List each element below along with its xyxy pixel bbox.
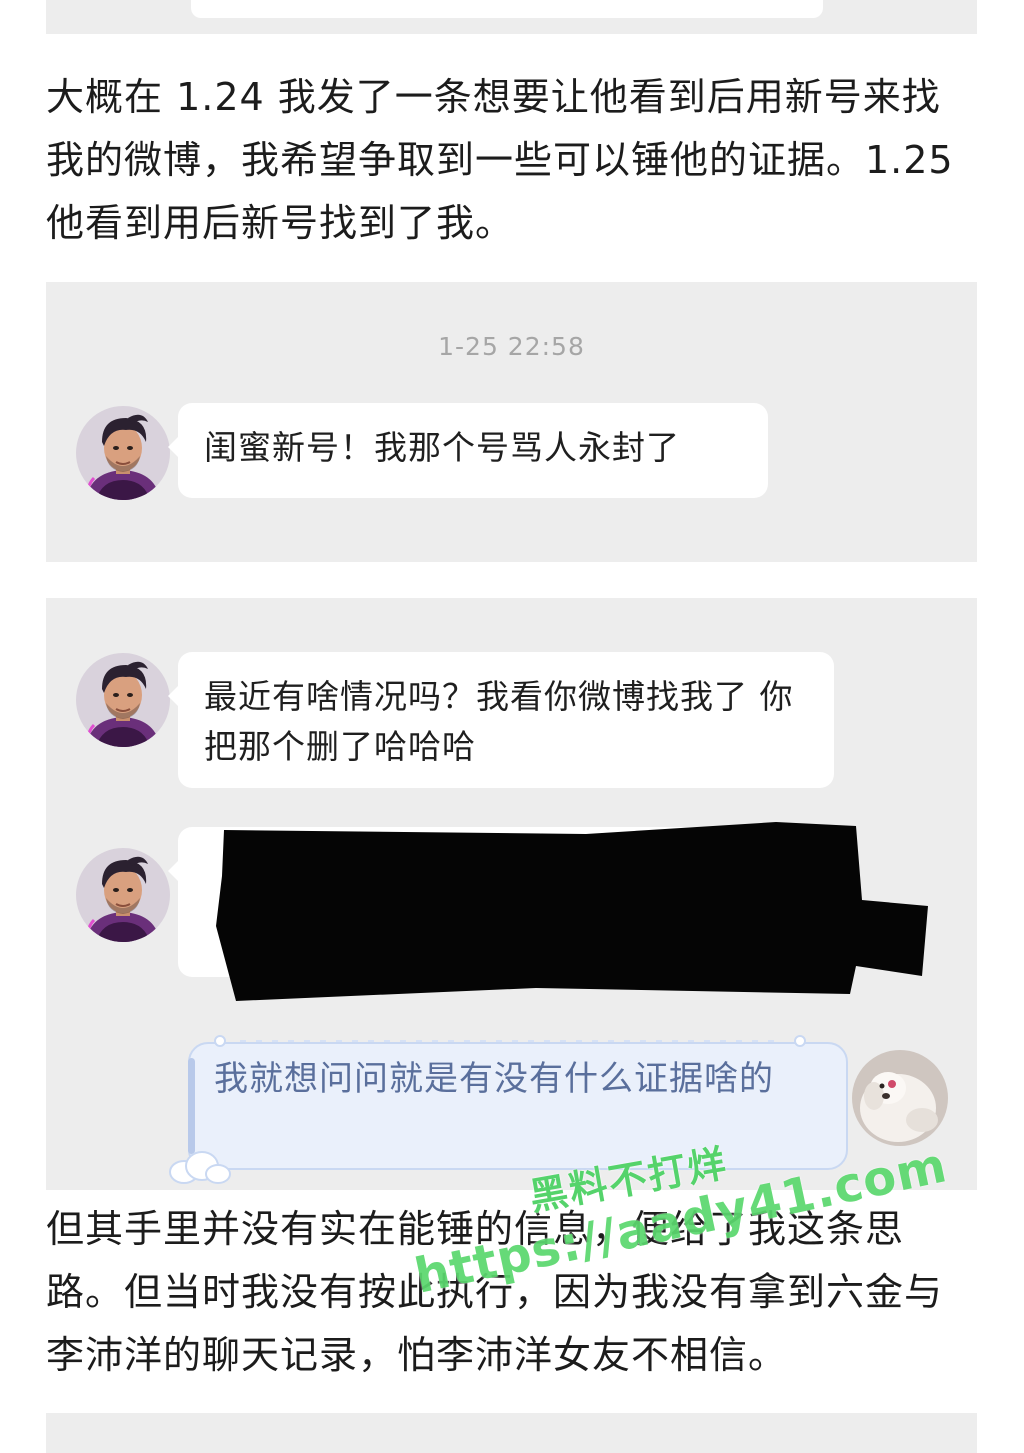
chat-screenshot-top-fragment xyxy=(46,0,977,34)
outgoing-message[interactable]: 我就想问问就是有没有什么证据啥的 xyxy=(188,1035,848,1170)
self-avatar-dog[interactable] xyxy=(852,1050,948,1146)
chat-screenshot-3-fragment xyxy=(46,1413,977,1453)
bubble-top-decoration xyxy=(214,1035,806,1047)
post-paragraph-1: 大概在 1.24 我发了一条想要让他看到后用新号来找我的微博，我希望争取到一些可… xyxy=(46,75,954,245)
chat-timestamp: 1-25 22:58 xyxy=(438,332,585,361)
post-paragraph-2: 但其手里并没有实在能锤的信息，便给了我这条思路。但当时我没有按此执行，因为我没有… xyxy=(46,1207,944,1377)
contact-avatar[interactable] xyxy=(76,406,170,500)
message-bubble-fragment xyxy=(191,0,823,18)
redaction-mark xyxy=(216,822,928,1001)
bubble-edge-decoration xyxy=(188,1058,195,1154)
chat-screenshot-1: 1-25 22:58 闺蜜新号！我那个号骂人永封了 xyxy=(46,282,977,562)
chat-screenshot-2: 最近有啥情况吗？我看你微博找我了 你把那个删了哈哈哈 我就想问问就是有没有什么证… xyxy=(46,598,977,1190)
incoming-message[interactable]: 闺蜜新号！我那个号骂人永封了 xyxy=(168,403,768,498)
contact-avatar[interactable] xyxy=(76,653,170,747)
outgoing-message-text: 我就想问问就是有没有什么证据啥的 xyxy=(214,1059,774,1099)
contact-avatar[interactable] xyxy=(76,848,170,942)
cloud-sticker-icon xyxy=(169,1151,231,1184)
incoming-message[interactable]: 最近有啥情况吗？我看你微博找我了 你把那个删了哈哈哈 xyxy=(168,652,834,788)
